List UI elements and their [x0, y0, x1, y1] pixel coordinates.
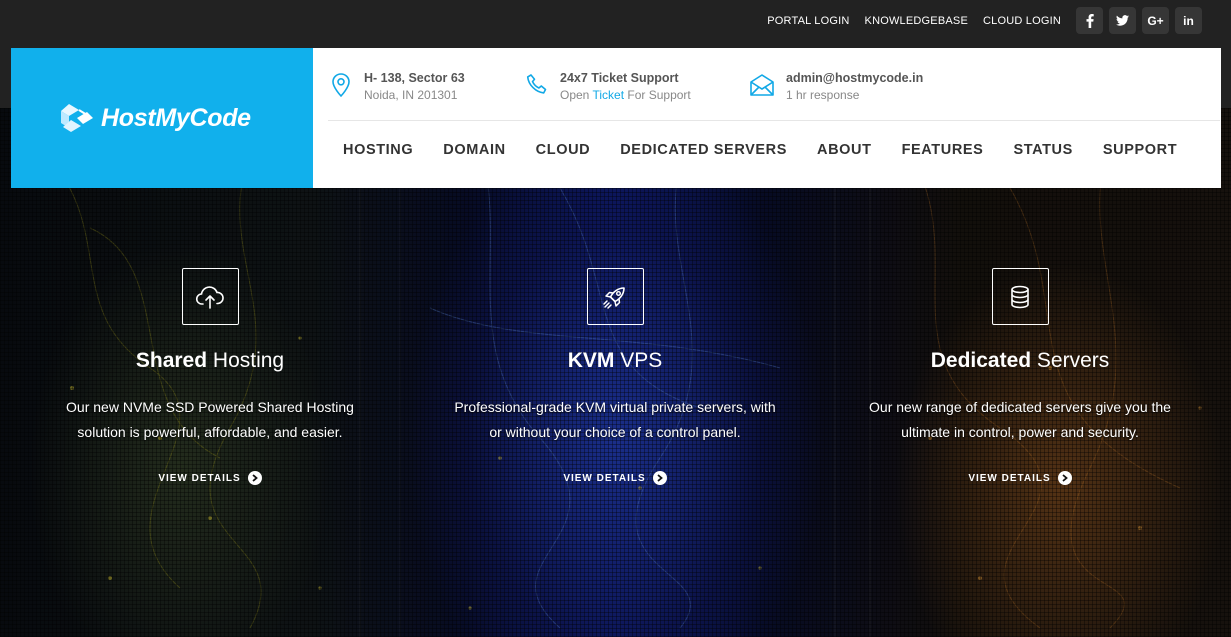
- cloud-upload-icon: [195, 285, 224, 309]
- feature-icon-box: [991, 268, 1049, 325]
- knowledgebase-link[interactable]: KNOWLEDGEBASE: [865, 15, 968, 27]
- support-title: 24x7 Ticket Support: [560, 71, 679, 85]
- support-info: 24x7 Ticket Support Open Ticket For Supp…: [525, 70, 749, 104]
- chevron-right-icon: [247, 471, 262, 485]
- logo[interactable]: HostMyCode: [11, 48, 313, 188]
- chevron-right-icon: [652, 471, 667, 485]
- google-plus-icon[interactable]: G+: [1142, 7, 1169, 34]
- nav-dedicated-servers[interactable]: DEDICATED SERVERS: [620, 142, 787, 158]
- rocket-icon: [603, 286, 625, 309]
- view-details-button[interactable]: VIEW DETAILS: [158, 471, 262, 485]
- feature-title: Dedicated Servers: [930, 349, 1110, 372]
- chevron-right-icon: [1057, 471, 1072, 485]
- feature-description: Professional-grade KVM virtual private s…: [454, 399, 776, 440]
- email-info: admin@hostmycode.in 1 hr response: [749, 70, 923, 104]
- feature-kvm-vps: KVM VPS Professional-grade KVM virtual p…: [405, 268, 825, 485]
- main-nav: HOSTING DOMAIN CLOUD DEDICATED SERVERS A…: [343, 142, 1207, 158]
- feature-shared-hosting: Shared Hosting Our new NVMe SSD Powered …: [0, 268, 420, 485]
- feature-icon-box: [181, 268, 239, 325]
- ticket-link[interactable]: Ticket: [592, 88, 624, 102]
- address-title: H- 138, Sector 63: [364, 71, 465, 85]
- header-right: H- 138, Sector 63 Noida, IN 201301 24x7 …: [313, 48, 1221, 188]
- logo-text: HostMyCode: [101, 103, 251, 132]
- feature-description: Our new NVMe SSD Powered Shared Hosting …: [66, 399, 354, 440]
- address-info: H- 138, Sector 63 Noida, IN 201301: [329, 70, 525, 104]
- nav-hosting[interactable]: HOSTING: [343, 142, 413, 158]
- facebook-icon[interactable]: [1076, 7, 1103, 34]
- email-title[interactable]: admin@hostmycode.in: [786, 70, 923, 86]
- address-sub: Noida, IN 201301: [364, 88, 458, 102]
- support-sub: Open Ticket For Support: [560, 88, 691, 102]
- feature-icon-box: [586, 268, 644, 325]
- feature-title: Shared Hosting: [135, 349, 285, 372]
- logo-mark-icon: [61, 104, 93, 132]
- linkedin-icon[interactable]: in: [1175, 7, 1202, 34]
- nav-about[interactable]: ABOUT: [817, 142, 872, 158]
- portal-login-link[interactable]: PORTAL LOGIN: [767, 15, 849, 27]
- database-icon: [1011, 285, 1029, 308]
- nav-domain[interactable]: DOMAIN: [443, 142, 505, 158]
- twitter-icon[interactable]: [1109, 7, 1136, 34]
- nav-support[interactable]: SUPPORT: [1103, 142, 1177, 158]
- email-sub: 1 hr response: [786, 88, 860, 102]
- view-details-button[interactable]: VIEW DETAILS: [968, 471, 1072, 485]
- phone-icon: [526, 74, 547, 94]
- feature-description: Our new range of dedicated servers give …: [869, 399, 1171, 440]
- site-header: HostMyCode H- 138, Sector 63 Noida, IN 2…: [11, 48, 1221, 188]
- view-details-button[interactable]: VIEW DETAILS: [563, 471, 667, 485]
- nav-cloud[interactable]: CLOUD: [536, 142, 591, 158]
- header-divider: [328, 120, 1220, 121]
- envelope-icon: [750, 74, 774, 96]
- top-links: PORTAL LOGIN KNOWLEDGEBASE CLOUD LOGIN G…: [767, 6, 1202, 35]
- nav-status[interactable]: STATUS: [1013, 142, 1072, 158]
- contact-info: H- 138, Sector 63 Noida, IN 201301 24x7 …: [329, 70, 923, 104]
- feature-title: KVM VPS: [567, 349, 663, 372]
- nav-features[interactable]: FEATURES: [902, 142, 984, 158]
- cloud-login-link[interactable]: CLOUD LOGIN: [983, 15, 1061, 27]
- feature-dedicated-servers: Dedicated Servers Our new range of dedic…: [810, 268, 1230, 485]
- map-pin-icon: [332, 73, 350, 98]
